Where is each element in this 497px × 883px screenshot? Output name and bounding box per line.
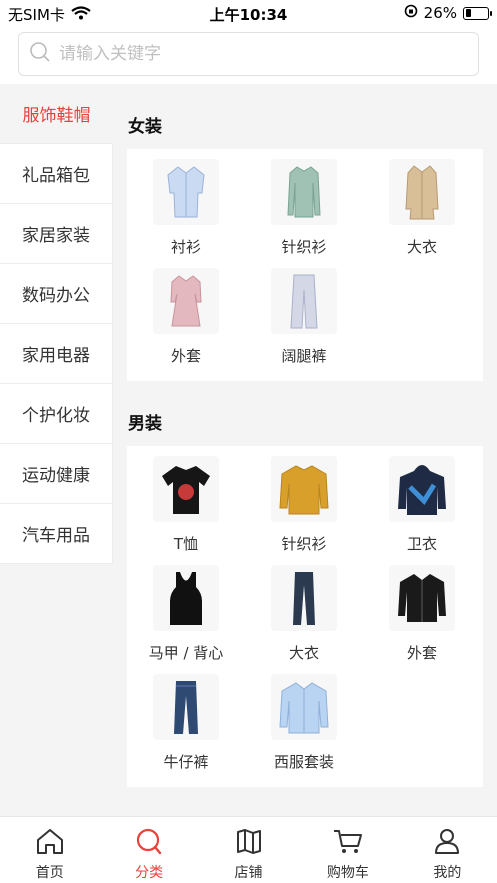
- women-category-grid: 衬衫 针织衫 大衣 外套 阔腿裤: [127, 149, 483, 381]
- tab-label: 我的: [433, 865, 462, 881]
- product-womens-jacket[interactable]: 外套: [127, 268, 245, 377]
- tab-profile[interactable]: 我的: [398, 817, 497, 883]
- wide-leg-pants-icon: [271, 268, 337, 334]
- product-mens-coat[interactable]: 大衣: [245, 565, 363, 674]
- product-label: 衬衫: [170, 238, 201, 256]
- sidebar-item-appliances[interactable]: 家用电器: [0, 324, 113, 384]
- tab-label: 首页: [35, 865, 64, 881]
- sidebar-item-gifts-bags[interactable]: 礼品箱包: [0, 144, 113, 204]
- section-title-underwear: 内衣: [127, 787, 483, 816]
- product-label: 卫衣: [406, 535, 437, 553]
- profile-icon: [432, 827, 462, 859]
- jeans-icon: [153, 674, 219, 740]
- product-label: T恤: [173, 535, 199, 553]
- tab-category[interactable]: 分类: [99, 817, 198, 883]
- sidebar-item-auto[interactable]: 汽车用品: [0, 504, 113, 564]
- men-category-grid: T恤 针织衫 卫衣 马甲 / 背心 大衣 外套 牛仔裤 西服套装: [127, 446, 483, 787]
- sidebar-item-apparel[interactable]: 服饰鞋帽: [0, 84, 113, 144]
- search-box[interactable]: [18, 32, 479, 76]
- search-area: [0, 26, 497, 84]
- knit-sweater-icon: [271, 159, 337, 225]
- sidebar-item-sports-health[interactable]: 运动健康: [0, 444, 113, 504]
- product-mens-hoodie[interactable]: 卫衣: [363, 456, 481, 565]
- blouse-icon: [153, 159, 219, 225]
- sidebar-item-home[interactable]: 家居家装: [0, 204, 113, 264]
- cart-icon: [332, 827, 364, 859]
- product-mens-tshirt[interactable]: T恤: [127, 456, 245, 565]
- tab-label: 购物车: [326, 865, 369, 881]
- product-mens-jeans[interactable]: 牛仔裤: [127, 674, 245, 783]
- category-content: 女装 衬衫 针织衫 大衣 外套 阔腿裤 男装 T恤 针织衫 卫衣 马甲 / 背心…: [113, 84, 497, 816]
- sidebar-item-digital-office[interactable]: 数码办公: [0, 264, 113, 324]
- battery-percent: 26%: [423, 4, 457, 22]
- product-mens-knit[interactable]: 针织衫: [245, 456, 363, 565]
- product-mens-jacket[interactable]: 外套: [363, 565, 481, 674]
- search-input[interactable]: [59, 44, 439, 64]
- product-label: 大衣: [406, 238, 437, 256]
- tab-label: 分类: [135, 865, 164, 881]
- dress-jacket-icon: [153, 268, 219, 334]
- product-label: 牛仔裤: [163, 753, 209, 771]
- hoodie-icon: [389, 456, 455, 522]
- sweater-icon: [271, 456, 337, 522]
- product-wide-leg-pants[interactable]: 阔腿裤: [245, 268, 363, 377]
- tank-top-icon: [153, 565, 219, 631]
- home-icon: [35, 827, 65, 859]
- category-sidebar: 服饰鞋帽 礼品箱包 家居家装 数码办公 家用电器 个护化妆 运动健康 汽车用品: [0, 84, 113, 564]
- tab-home[interactable]: 首页: [0, 817, 99, 883]
- section-title-men: 男装: [128, 414, 162, 434]
- product-label: 针织衫: [281, 238, 327, 256]
- tab-store[interactable]: 店铺: [199, 817, 298, 883]
- rotation-lock-icon: [404, 4, 418, 22]
- dress-shirt-icon: [271, 674, 337, 740]
- tab-cart[interactable]: 购物车: [298, 817, 397, 883]
- product-label: 阔腿裤: [281, 347, 327, 365]
- search-icon: [29, 41, 51, 67]
- status-bar: 无SIM卡 上午10:34 26%: [0, 0, 497, 26]
- sidebar-item-personal-care[interactable]: 个护化妆: [0, 384, 113, 444]
- battery-icon: [463, 6, 492, 20]
- product-womens-shirt[interactable]: 衬衫: [127, 159, 245, 268]
- product-mens-suit[interactable]: 西服套装: [245, 674, 363, 783]
- category-search-icon: [134, 827, 164, 859]
- tab-label: 店铺: [234, 865, 263, 881]
- product-label: 大衣: [288, 644, 319, 662]
- product-label: 西服套装: [273, 753, 334, 771]
- product-label: 针织衫: [281, 535, 327, 553]
- product-label: 外套: [170, 347, 201, 365]
- leather-jacket-icon: [389, 565, 455, 631]
- product-womens-coat[interactable]: 大衣: [363, 159, 481, 268]
- section-title-women: 女装: [128, 117, 162, 137]
- tshirt-icon: [153, 456, 219, 522]
- trousers-icon: [271, 565, 337, 631]
- product-mens-vest[interactable]: 马甲 / 背心: [127, 565, 245, 674]
- product-label: 外套: [406, 644, 437, 662]
- product-womens-knit[interactable]: 针织衫: [245, 159, 363, 268]
- product-label: 马甲 / 背心: [148, 644, 224, 662]
- trench-coat-icon: [389, 159, 455, 225]
- bottom-tab-bar: 首页 分类 店铺 购物车 我的: [0, 816, 497, 883]
- store-map-icon: [234, 827, 264, 859]
